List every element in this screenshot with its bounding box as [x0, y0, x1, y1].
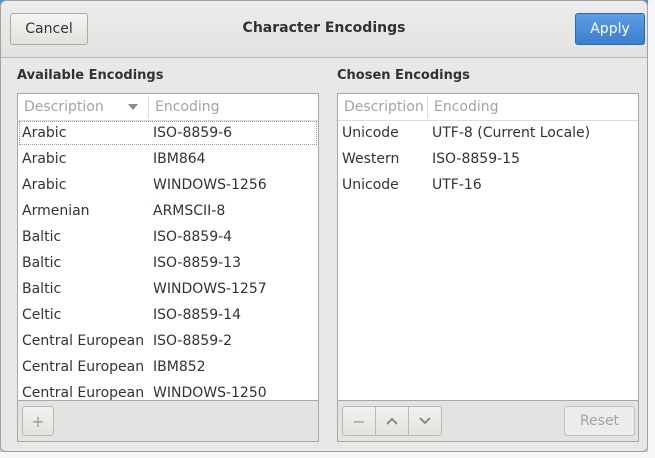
chosen-encoding-row[interactable]: Western ISO-8859-15 — [338, 146, 638, 172]
chosen-encodings-list[interactable]: Description Encoding Unicode UTF-8 (Curre… — [337, 93, 639, 401]
encoding-name: ARMSCII-8 — [153, 203, 226, 219]
chevron-up-icon — [386, 417, 398, 425]
available-rows: Arabic ISO-8859-6 Arabic IBM864 Arabic WINDOW… — [18, 120, 318, 401]
encoding-name: ISO-8859-6 — [153, 125, 233, 141]
encoding-name: IBM852 — [153, 359, 206, 375]
chosen-encodings-label: Chosen Encodings — [337, 68, 470, 83]
apply-button[interactable]: Apply — [575, 13, 645, 45]
encoding-name: ISO-8859-2 — [153, 333, 233, 349]
encoding-description: Arabic — [22, 177, 67, 193]
encoding-description: Armenian — [22, 203, 90, 219]
encoding-name: IBM864 — [153, 151, 206, 167]
reset-button[interactable]: Reset — [564, 406, 635, 436]
plus-icon: + — [31, 411, 45, 431]
encoding-description: Baltic — [22, 281, 62, 297]
sort-descending-icon — [128, 104, 138, 110]
available-encoding-row[interactable]: Central European WINDOWS-1250 — [18, 380, 318, 401]
available-encoding-row[interactable]: Central European IBM852 — [18, 354, 318, 380]
available-col-encoding[interactable]: Encoding — [155, 99, 220, 115]
available-encoding-row[interactable]: Arabic ISO-8859-6 — [18, 120, 318, 146]
available-encoding-row[interactable]: Baltic ISO-8859-4 — [18, 224, 318, 250]
chosen-rows: Unicode UTF-8 (Current Locale) Western ISO-… — [338, 120, 638, 198]
chosen-encoding-row[interactable]: Unicode UTF-16 — [338, 172, 638, 198]
encoding-description: Unicode — [342, 125, 399, 141]
encoding-name: WINDOWS-1256 — [153, 177, 267, 193]
available-col-description[interactable]: Description — [24, 99, 104, 115]
encoding-description: Baltic — [22, 255, 62, 271]
dialog-title: Character Encodings — [242, 20, 406, 36]
encoding-name: UTF-8 (Current Locale) — [432, 125, 591, 141]
encoding-name: ISO-8859-4 — [153, 229, 233, 245]
encoding-name: ISO-8859-15 — [432, 151, 520, 167]
encoding-name: ISO-8859-13 — [153, 255, 241, 271]
available-encodings-list[interactable]: Description Encoding Arabic ISO-8859-6 Ara… — [17, 93, 319, 401]
remove-encoding-button[interactable]: − — [342, 406, 376, 436]
chosen-encoding-row[interactable]: Unicode UTF-8 (Current Locale) — [338, 120, 638, 146]
minus-icon: − — [352, 411, 366, 431]
available-encoding-row[interactable]: Baltic ISO-8859-13 — [18, 250, 318, 276]
encoding-description: Western — [342, 151, 400, 167]
available-column-header: Description Encoding — [18, 94, 318, 121]
chosen-toolbar: − Reset — [337, 401, 639, 442]
encoding-description: Arabic — [22, 125, 67, 141]
encoding-description: Celtic — [22, 307, 62, 323]
available-encoding-row[interactable]: Baltic WINDOWS-1257 — [18, 276, 318, 302]
encoding-description: Central European — [22, 359, 145, 375]
encoding-description: Arabic — [22, 151, 67, 167]
column-separator — [148, 96, 149, 118]
available-encoding-row[interactable]: Central European ISO-8859-2 — [18, 328, 318, 354]
encoding-name: WINDOWS-1257 — [153, 281, 267, 297]
available-encodings-label: Available Encodings — [17, 68, 164, 83]
available-encoding-row[interactable]: Celtic ISO-8859-14 — [18, 302, 318, 328]
encoding-name: UTF-16 — [432, 177, 482, 193]
available-encoding-row[interactable]: Arabic IBM864 — [18, 146, 318, 172]
encoding-description: Unicode — [342, 177, 399, 193]
move-up-button[interactable] — [375, 406, 409, 436]
encoding-description: Baltic — [22, 229, 62, 245]
chosen-col-encoding[interactable]: Encoding — [434, 99, 499, 115]
encoding-name: ISO-8859-14 — [153, 307, 241, 323]
background-window-bottom — [0, 452, 655, 458]
chevron-down-icon — [419, 417, 431, 425]
dialog-headerbar: Cancel Character Encodings Apply — [1, 1, 647, 58]
available-toolbar: + — [17, 401, 319, 442]
encoding-description: Central European — [22, 385, 145, 401]
move-down-button[interactable] — [408, 406, 442, 436]
available-encoding-row[interactable]: Arabic WINDOWS-1256 — [18, 172, 318, 198]
available-encoding-row[interactable]: Armenian ARMSCII-8 — [18, 198, 318, 224]
column-separator — [427, 96, 428, 118]
encoding-name: WINDOWS-1250 — [153, 385, 267, 401]
background-window-right — [648, 0, 655, 458]
add-encoding-button[interactable]: + — [22, 406, 54, 436]
chosen-col-description[interactable]: Description — [344, 99, 424, 115]
encoding-description: Central European — [22, 333, 145, 349]
character-encodings-dialog: Cancel Character Encodings Apply Availab… — [0, 0, 648, 452]
chosen-column-header: Description Encoding — [338, 94, 638, 121]
